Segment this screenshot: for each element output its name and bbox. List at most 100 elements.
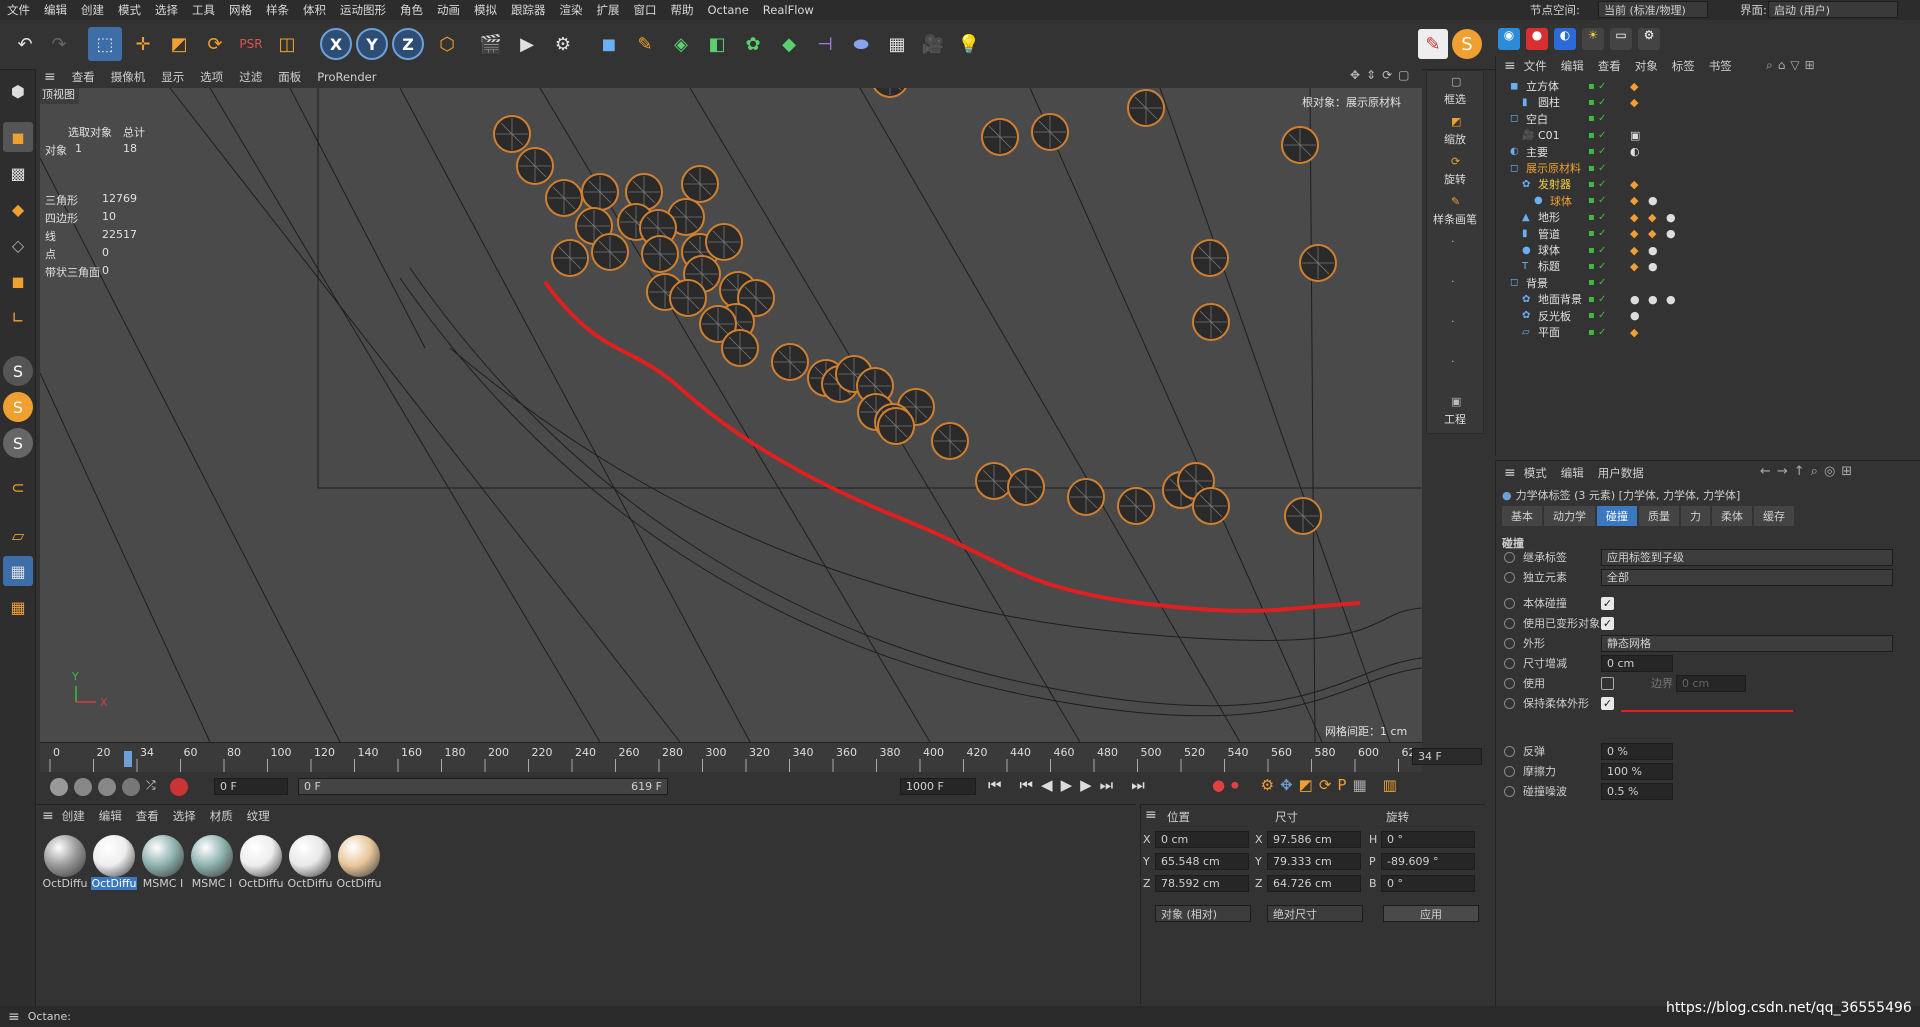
coord-rot[interactable]: 0 ° [1381,875,1475,892]
visibility-toggle-icon[interactable]: ▪ ✓ [1588,228,1606,239]
extrude-icon[interactable]: ◧ [700,27,734,61]
object-row[interactable]: ● 球体 ▪ ✓ ◆ ● [1496,193,1920,209]
object-row[interactable]: ✿ 地面背景 ▪ ✓ ● ● ● [1496,291,1920,307]
next-frame-icon[interactable]: ▶ [1080,776,1092,794]
frame-field[interactable]: 0 F [214,778,288,795]
object-tag-icon[interactable]: ● [1648,244,1658,257]
workplane-icon[interactable]: ▱ [3,520,33,550]
object-row[interactable]: ● 球体 ▪ ✓ ◆ ● [1496,242,1920,258]
viewport-side-button[interactable]: · [1427,273,1483,313]
apply-button[interactable]: 应用 [1383,905,1479,922]
material-menu-item[interactable]: 编辑 [99,808,122,824]
menu-item[interactable]: 窗口 [627,2,664,18]
animate-radio[interactable] [1504,785,1515,797]
key-scale-icon[interactable]: ◩ [1299,776,1313,794]
coord-pos[interactable]: 0 cm [1155,831,1249,848]
menu-item[interactable]: 扩展 [590,2,627,18]
attribute-number[interactable]: 0 % [1601,742,1673,760]
undo-icon[interactable]: ↶ [8,27,42,61]
viewport-side-button[interactable]: ▣ 工程 [1427,393,1483,433]
viewport-nav-icons[interactable]: ✥⇕⟳▢ [1350,68,1416,82]
record-key-icon[interactable] [170,778,188,796]
visibility-toggle-icon[interactable]: ▪ ✓ [1588,81,1606,92]
attribute-number[interactable]: 0.5 % [1601,782,1673,800]
menu-item[interactable]: 动画 [430,2,467,18]
viewport-menu-item[interactable]: 过滤 [231,69,270,85]
key-settings-icon[interactable]: ⚙ [1261,776,1274,794]
record-blend-icon[interactable] [122,778,140,796]
script-icon[interactable]: ✎ [1418,29,1448,59]
next-key-icon[interactable]: ⏭ [1100,776,1114,794]
viewport-menu-icon[interactable]: ≡ [36,69,64,85]
prev-frame-icon[interactable]: ◀ [1041,776,1053,794]
object-row[interactable]: ▱ 平面 ▪ ✓ ◆ [1496,324,1920,340]
object-row[interactable]: ✿ 反光板 ▪ ✓ ● [1496,308,1920,324]
visibility-toggle-icon[interactable]: ▪ ✓ [1588,277,1606,288]
animate-radio[interactable] [1504,637,1515,649]
object-tag-icon[interactable]: ◆ [1648,227,1656,240]
record-pos-icon[interactable] [74,778,92,796]
menu-item[interactable]: Octane [701,3,756,17]
object-row[interactable]: ◻ 空白 ▪ ✓ [1496,111,1920,127]
attribute-checkbox[interactable]: ✓ [1601,696,1614,710]
visibility-toggle-icon[interactable]: ▪ ✓ [1588,179,1606,190]
y-axis-lock-icon[interactable]: Y [356,28,388,60]
menu-item[interactable]: 帮助 [664,2,701,18]
deformer-icon[interactable]: ⊣ [808,27,842,61]
point-mode-icon[interactable]: ◆ [3,194,33,224]
render-view-icon[interactable]: ▶ [510,27,544,61]
coord-pos[interactable]: 65.548 cm [1155,853,1249,870]
edge-mode-icon[interactable]: ◇ [3,230,33,260]
menu-item[interactable]: RealFlow [756,3,821,17]
model-mode-icon[interactable]: ◼ [3,122,33,152]
material-menu-item[interactable]: 选择 [173,808,196,824]
coord-rot[interactable]: -89.609 ° [1381,853,1475,870]
viewport-menu-item[interactable]: 面板 [270,69,309,85]
z-axis-lock-icon[interactable]: Z [392,28,424,60]
object-tag-icon[interactable]: ● [1648,194,1658,207]
object-row[interactable]: ✿ 发射器 ▪ ✓ ◆ [1496,176,1920,192]
object-tag-icon[interactable]: ▣ [1630,129,1640,142]
attribute-menu-icon[interactable]: ≡ [1504,465,1516,481]
octane-area-light-icon[interactable]: ▭ [1610,28,1632,50]
key-param-icon[interactable]: P [1337,776,1346,794]
viewport-side-button[interactable]: ◩ 缩放 [1427,113,1483,153]
material-menu-item[interactable]: 查看 [136,808,159,824]
psr-icon[interactable]: PSR [234,27,268,61]
object-menu-item[interactable]: 标签 [1672,58,1695,74]
snap-settings-icon[interactable]: S [3,392,33,422]
tab-0[interactable]: 基本 [1502,506,1542,526]
menu-item[interactable]: 运动图形 [333,2,393,18]
viewport-side-button[interactable]: ✎ 样条画笔 [1427,193,1483,233]
menu-item[interactable]: 模式 [111,2,148,18]
material-item[interactable]: MSMC I [140,835,186,890]
object-menu-item[interactable]: 对象 [1635,58,1658,74]
tab-4[interactable]: 力 [1681,506,1710,526]
viewport-side-button[interactable]: ⟳ 旋转 [1427,153,1483,193]
animate-radio[interactable] [1504,657,1515,669]
visibility-toggle-icon[interactable]: ▪ ✓ [1588,163,1606,174]
mograph-icon[interactable]: ◆ [772,27,806,61]
axis-mode-icon[interactable]: ∟ [3,302,33,332]
tab-3[interactable]: 质量 [1639,506,1679,526]
animate-radio[interactable] [1504,745,1515,757]
menu-item[interactable]: 文件 [0,2,37,18]
menu-item[interactable]: 工具 [185,2,222,18]
octane-material-icon[interactable]: ◐ [1554,28,1576,50]
object-tag-icon[interactable]: ● [1630,309,1640,322]
visibility-toggle-icon[interactable]: ▪ ✓ [1588,245,1606,256]
object-search-icons[interactable]: ⌕⌂▽⊞ [1766,58,1820,73]
object-menu-item[interactable]: 文件 [1524,58,1547,74]
cloner-icon[interactable]: ✿ [736,27,770,61]
environment-icon[interactable]: ⬬ [844,27,878,61]
visibility-toggle-icon[interactable]: ▪ ✓ [1588,97,1606,108]
locked-workplane-icon[interactable]: ▦ [3,592,33,622]
coord-size-mode-select[interactable]: 绝对尺寸 [1267,905,1363,922]
object-row[interactable]: T 标题 ▪ ✓ ◆ ● [1496,258,1920,274]
object-tag-icon[interactable]: ● [1648,293,1658,306]
visibility-toggle-icon[interactable]: ▪ ✓ [1588,130,1606,141]
scale-tool-icon[interactable]: ◩ [162,27,196,61]
visibility-toggle-icon[interactable]: ▪ ✓ [1588,294,1606,305]
viewport-menu-item[interactable]: 查看 [64,69,103,85]
select-tool-icon[interactable]: ⬚ [88,27,122,61]
